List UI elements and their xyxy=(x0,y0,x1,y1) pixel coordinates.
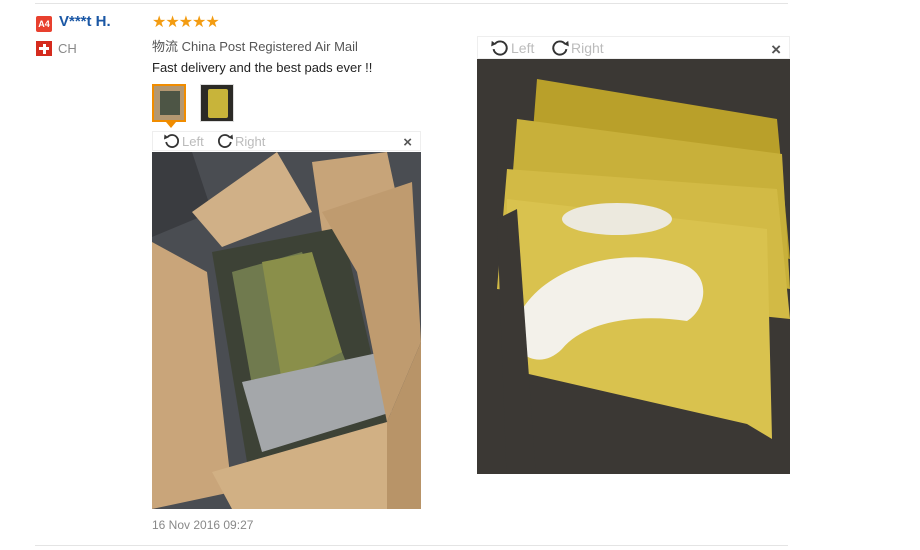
image-viewer-1: Left Right × xyxy=(152,131,421,509)
rotate-left-icon xyxy=(491,39,508,56)
review-date: 16 Nov 2016 09:27 xyxy=(152,518,254,532)
bottom-divider xyxy=(35,545,788,546)
photo-pads-graphic xyxy=(477,59,790,474)
country-flag-icon xyxy=(36,41,52,56)
review-text: Fast delivery and the best pads ever !! xyxy=(152,60,373,75)
review-thumbnail-2[interactable] xyxy=(200,84,234,122)
rotate-right-label: Right xyxy=(571,39,604,56)
rotate-left-button[interactable]: Left xyxy=(489,36,534,59)
shipping-method: 物流 China Post Registered Air Mail xyxy=(152,39,358,54)
close-icon[interactable]: × xyxy=(771,36,781,59)
image-viewer-2: Left Right × xyxy=(477,36,790,474)
rotate-left-label: Left xyxy=(182,133,204,149)
rotate-right-label: Right xyxy=(235,133,266,149)
rating-stars: ★★★★★ xyxy=(152,14,220,31)
buyer-level-badge: A4 xyxy=(36,16,52,32)
buyer-name: V***t H. xyxy=(59,13,111,30)
rotate-right-icon xyxy=(218,134,233,148)
selected-thumbnail-caret-icon xyxy=(166,122,176,128)
review-photo-pads xyxy=(477,59,790,474)
photo-box-graphic xyxy=(152,152,421,509)
close-icon[interactable]: × xyxy=(403,131,412,151)
rotate-left-label: Left xyxy=(511,39,535,56)
rotate-left-button[interactable]: Left xyxy=(162,131,204,151)
rotate-left-icon xyxy=(164,134,179,148)
buyer-country: CH xyxy=(58,41,77,56)
rotate-right-icon xyxy=(552,39,569,56)
review-thumbnail-1[interactable] xyxy=(152,84,186,122)
review-photo-box xyxy=(152,152,421,509)
rotate-right-button[interactable]: Right xyxy=(215,131,265,151)
top-divider xyxy=(35,3,788,4)
rotate-right-button[interactable]: Right xyxy=(549,36,604,59)
